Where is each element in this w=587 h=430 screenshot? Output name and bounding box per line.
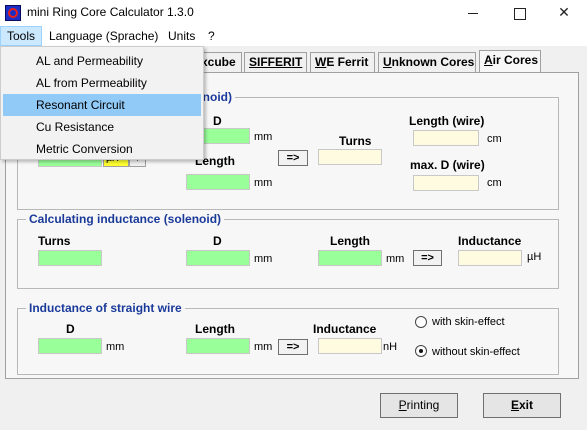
max-d-wire-unit: cm <box>487 177 502 189</box>
menu-units[interactable]: Units <box>162 26 201 46</box>
solenoid-d-unit: mm <box>254 131 273 143</box>
wire-length-label: Length (wire) <box>409 114 485 128</box>
close-icon[interactable]: ✕ <box>541 0 587 26</box>
tools-menu-item-metric-conversion[interactable]: Metric Conversion <box>3 138 201 160</box>
maximize-icon[interactable] <box>496 0 542 26</box>
inductance-label: Inductance <box>458 234 522 248</box>
turns-output-label: Turns <box>339 134 372 148</box>
turns-output <box>318 149 382 165</box>
wire-inductance-label: Inductance <box>313 322 377 336</box>
wire-inductance-unit: nH <box>383 341 398 353</box>
wire-length-input-unit: mm <box>254 341 273 353</box>
title-bar: mini Ring Core Calculator 1.3.0 ✕ <box>0 0 587 26</box>
calc-wire-inductance-button[interactable]: => <box>278 339 308 355</box>
tab-air-cores[interactable]: Air Cores <box>479 50 541 72</box>
solenoid-length-unit: mm <box>254 177 273 189</box>
turns-label: Turns <box>38 234 71 248</box>
window-title: mini Ring Core Calculator 1.3.0 <box>27 5 194 19</box>
printing-accel: P <box>398 398 407 412</box>
solenoid-length-input[interactable] <box>186 174 250 190</box>
length-input[interactable] <box>318 250 382 266</box>
tab-we-ferrit[interactable]: WE Ferrit <box>310 52 375 72</box>
length-label: Length <box>330 234 370 248</box>
tools-menu-item-cu-resistance[interactable]: Cu Resistance <box>3 116 201 138</box>
exit-button[interactable]: Exit <box>483 393 561 418</box>
tab-air-cores-accel: A <box>484 53 493 67</box>
wire-length-input-label: Length <box>195 322 235 336</box>
tools-menu-item-al-and-permeability[interactable]: AL and Permeability <box>3 50 201 72</box>
menu-help[interactable]: ? <box>202 26 221 46</box>
exit-label: xit <box>519 398 534 412</box>
tab-unknown-cores-label: nknown Cores <box>391 55 475 69</box>
without-skin-effect-radio[interactable] <box>415 345 427 357</box>
wire-length-input[interactable] <box>186 338 250 354</box>
solenoid-d-label: D <box>213 114 222 128</box>
with-skin-effect-radio[interactable] <box>415 316 427 328</box>
tab-excube-label: xcube <box>201 55 236 69</box>
printing-label: rinting <box>406 398 440 412</box>
tools-menu-item-al-from-permeability[interactable]: AL from Permeability <box>3 72 201 94</box>
calc-inductance-button[interactable]: => <box>413 250 442 266</box>
tab-sifferit[interactable]: SIFFERIT <box>244 52 307 72</box>
printing-button[interactable]: Printing <box>380 393 458 418</box>
d-label: D <box>213 234 222 248</box>
wire-inductance-output <box>318 338 382 354</box>
max-d-wire-label: max. D (wire) <box>410 158 485 172</box>
menu-language[interactable]: Language (Sprache) <box>43 26 164 46</box>
calc-turns-button[interactable]: => <box>278 150 308 166</box>
exit-accel: E <box>510 398 519 412</box>
tools-menu-item-resonant-circuit[interactable]: Resonant Circuit <box>3 94 201 116</box>
tools-menu: AL and Permeability AL from Permeability R… <box>0 46 204 160</box>
d-input[interactable] <box>186 250 250 266</box>
wire-length-unit: cm <box>487 133 502 145</box>
turns-input[interactable] <box>38 250 102 266</box>
wire-d-unit: mm <box>106 341 125 353</box>
without-skin-effect-label[interactable]: without skin-effect <box>432 346 520 358</box>
minimize-icon[interactable] <box>450 0 496 26</box>
tab-we-ferrit-accel: W <box>315 55 327 69</box>
inductance-output <box>458 250 522 266</box>
tab-unknown-cores[interactable]: Unknown Cores <box>378 52 476 72</box>
wire-length-output <box>413 130 479 146</box>
wire-d-label: D <box>66 322 75 336</box>
group-calc-inductance-title: Calculating inductance (solenoid) <box>26 212 225 226</box>
max-d-wire-output <box>413 175 479 191</box>
tab-we-ferrit-label: E Ferrit <box>326 55 369 69</box>
length-unit: mm <box>386 253 405 265</box>
inductance-unit: µH <box>527 251 542 263</box>
wire-d-input[interactable] <box>38 338 102 354</box>
d-unit: mm <box>254 253 273 265</box>
menu-bar: Tools Language (Sprache) Units ? <box>0 26 587 46</box>
tab-air-cores-label: ir Cores <box>492 53 539 67</box>
group-straight-wire-title: Inductance of straight wire <box>26 301 185 315</box>
tab-unknown-cores-accel: U <box>383 55 392 69</box>
tab-sifferit-label: SIFFERIT <box>249 55 303 69</box>
with-skin-effect-label[interactable]: with skin-effect <box>432 316 505 328</box>
menu-tools[interactable]: Tools <box>0 26 43 46</box>
app-logo-icon[interactable] <box>5 5 21 21</box>
